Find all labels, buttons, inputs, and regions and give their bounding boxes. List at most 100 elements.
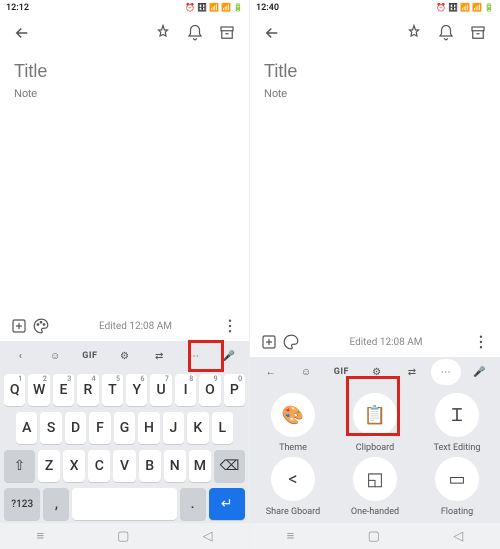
add-icon[interactable]	[8, 315, 30, 337]
theme-icon: 🎨	[271, 393, 315, 437]
key-t[interactable]: 5T	[102, 374, 123, 406]
enter-key[interactable]: ↵	[209, 488, 245, 520]
nav-back-icon[interactable]: ◁	[202, 529, 212, 544]
key-d[interactable]: D	[65, 412, 86, 444]
key-w[interactable]: 2W	[28, 374, 49, 406]
gif-button[interactable]: GIF	[73, 343, 106, 369]
option-clipboard[interactable]: 📋 Clipboard	[336, 393, 414, 453]
more-horiz-icon[interactable]: ⋯	[178, 343, 211, 369]
key-b[interactable]: B	[139, 450, 161, 482]
reminder-icon[interactable]	[434, 21, 458, 45]
key-l[interactable]: L	[212, 412, 233, 444]
key-m[interactable]: M	[189, 450, 211, 482]
key-e[interactable]: 3E	[53, 374, 74, 406]
status-bar: 12:12 ⏰ 🗄 📶 📶 🔋	[0, 0, 249, 15]
pin-icon[interactable]	[402, 21, 426, 45]
clipboard-icon: 📋	[353, 393, 397, 437]
backspace-key[interactable]: ⌫	[214, 450, 245, 482]
palette-icon[interactable]	[280, 331, 302, 353]
edit-bar: Edited 12:08 AM	[0, 311, 249, 341]
key-u[interactable]: 7U	[150, 374, 171, 406]
more-vert-icon[interactable]	[470, 331, 492, 353]
space-key[interactable]	[72, 488, 176, 520]
reminder-icon[interactable]	[183, 21, 207, 45]
translate-icon[interactable]: ⇄	[395, 359, 428, 385]
key-z[interactable]: Z	[38, 450, 60, 482]
one-handed-icon: ◱	[353, 457, 397, 501]
key-f[interactable]: F	[89, 412, 110, 444]
status-icons: ⏰ 🗄 📶 📶 🔋	[185, 3, 243, 12]
archive-icon[interactable]	[215, 21, 239, 45]
key-a[interactable]: A	[16, 412, 37, 444]
palette-icon[interactable]	[30, 315, 52, 337]
key-g[interactable]: G	[114, 412, 135, 444]
gif-button[interactable]: GIF	[325, 359, 358, 385]
kb-toolbar: ← ☺ GIF ⚙ ⇄ ⋯ 🎤	[250, 357, 500, 387]
period-key[interactable]: .	[180, 488, 206, 520]
key-i[interactable]: 8I	[175, 374, 196, 406]
shift-key[interactable]: ⇧	[4, 450, 35, 482]
translate-icon[interactable]: ⇄	[143, 343, 176, 369]
mic-icon[interactable]: 🎤	[212, 343, 245, 369]
symbols-key[interactable]: ?123	[4, 488, 40, 520]
edited-label: Edited 12:08 AM	[52, 321, 219, 332]
note-input[interactable]	[264, 86, 486, 102]
kb-back-icon[interactable]: ←	[254, 359, 287, 385]
title-input[interactable]	[264, 57, 486, 86]
key-o[interactable]: 9O	[199, 374, 220, 406]
edit-bar: Edited 12:08 AM	[250, 327, 500, 357]
app-bar	[250, 15, 500, 51]
kb-row-2: A S D F G H J K L	[0, 409, 249, 447]
nav-home-icon[interactable]: ▢	[368, 529, 380, 544]
key-q[interactable]: 1Q	[4, 374, 25, 406]
title-input[interactable]	[14, 57, 235, 86]
option-text-editing[interactable]: Ɪ Text Editing	[418, 393, 496, 453]
key-j[interactable]: J	[163, 412, 184, 444]
add-icon[interactable]	[258, 331, 280, 353]
status-bar: 12:40 ⏰ 🗄 📶 📶 🔋	[250, 0, 500, 15]
settings-icon[interactable]: ⚙	[360, 359, 393, 385]
key-k[interactable]: K	[187, 412, 208, 444]
nav-recents-icon[interactable]: ≡	[287, 528, 295, 544]
note-content	[0, 51, 249, 311]
mic-icon[interactable]: 🎤	[463, 359, 496, 385]
settings-icon[interactable]: ⚙	[108, 343, 141, 369]
note-content	[250, 51, 500, 327]
back-icon[interactable]	[260, 21, 284, 45]
sticker-icon[interactable]: ☺	[289, 359, 322, 385]
comma-key[interactable]: ,	[43, 488, 69, 520]
archive-icon[interactable]	[466, 21, 490, 45]
key-x[interactable]: X	[63, 450, 85, 482]
nav-home-icon[interactable]: ▢	[117, 529, 129, 544]
nav-bar: ≡ ▢ ◁	[250, 523, 500, 549]
option-one-handed[interactable]: ◱ One-handed	[336, 457, 414, 517]
nav-back-icon[interactable]: ◁	[453, 529, 463, 544]
nav-recents-icon[interactable]: ≡	[37, 528, 45, 544]
floating-icon: ▭	[435, 457, 479, 501]
more-horiz-icon[interactable]: ⋯	[431, 359, 461, 385]
phone-right: 12:40 ⏰ 🗄 📶 📶 🔋 Edited 12:08 AM ← ☺ GIF	[250, 0, 500, 549]
status-time: 12:40	[256, 3, 279, 13]
app-bar	[0, 15, 249, 51]
key-p[interactable]: 0P	[224, 374, 245, 406]
text-editing-icon: Ɪ	[435, 393, 479, 437]
key-s[interactable]: S	[40, 412, 61, 444]
status-icons: ⏰ 🗄 📶 📶 🔋	[436, 3, 494, 12]
back-icon[interactable]	[10, 21, 34, 45]
key-r[interactable]: 4R	[77, 374, 98, 406]
option-theme[interactable]: 🎨 Theme	[254, 393, 332, 453]
key-v[interactable]: V	[113, 450, 135, 482]
option-share[interactable]: < Share Gboard	[254, 457, 332, 517]
kb-toolbar: ‹ ☺ GIF ⚙ ⇄ ⋯ 🎤	[0, 341, 249, 371]
sticker-icon[interactable]: ☺	[39, 343, 72, 369]
note-input[interactable]	[14, 86, 235, 102]
key-y[interactable]: 6Y	[126, 374, 147, 406]
key-n[interactable]: N	[164, 450, 186, 482]
pin-icon[interactable]	[151, 21, 175, 45]
edited-label: Edited 12:08 AM	[302, 337, 470, 348]
key-h[interactable]: H	[138, 412, 159, 444]
key-c[interactable]: C	[88, 450, 110, 482]
more-vert-icon[interactable]	[219, 315, 241, 337]
option-floating[interactable]: ▭ Floating	[418, 457, 496, 517]
kb-back-icon[interactable]: ‹	[4, 343, 37, 369]
